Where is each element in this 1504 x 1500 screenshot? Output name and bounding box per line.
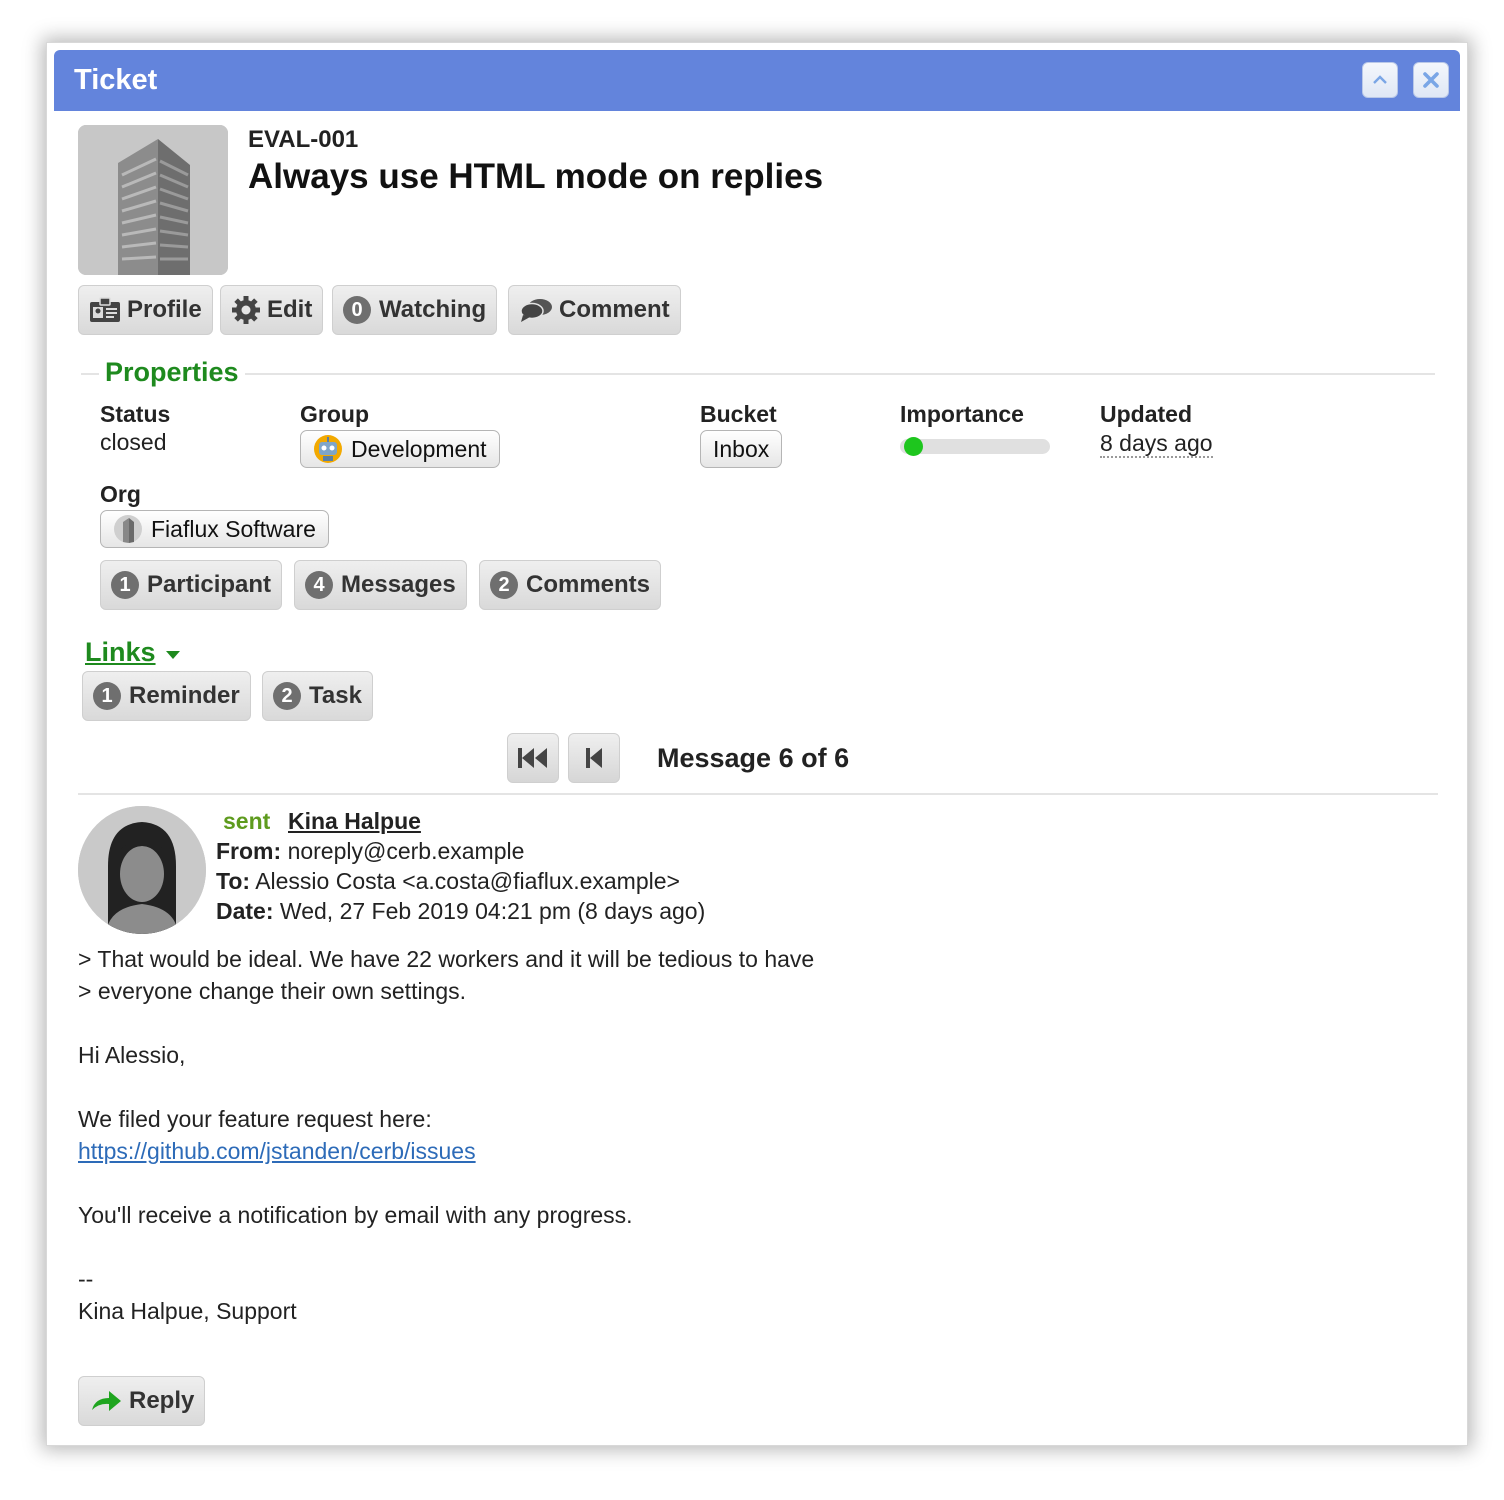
skip-first-icon xyxy=(518,748,547,768)
issues-link[interactable]: https://github.com/jstanden/cerb/issues xyxy=(78,1138,476,1165)
edit-button[interactable]: Edit xyxy=(220,285,324,335)
participants-button[interactable]: 1 Participant xyxy=(100,560,283,610)
bucket-label: Bucket xyxy=(700,401,777,427)
close-button[interactable] xyxy=(1413,62,1449,98)
chevron-up-icon xyxy=(1373,75,1387,84)
reply-button[interactable]: Reply xyxy=(78,1376,206,1426)
speech-bubbles-icon xyxy=(519,297,553,323)
first-message-button[interactable] xyxy=(507,733,559,783)
to-header: To: Alessio Costa <a.costa@fiaflux.examp… xyxy=(216,868,680,895)
message-divider xyxy=(78,793,1438,795)
skip-previous-icon xyxy=(586,748,602,768)
task-link-button[interactable]: 2 Task xyxy=(262,671,373,721)
group-label: Group xyxy=(300,401,369,427)
participants-label: Participant xyxy=(147,571,272,598)
ticket-subject: Always use HTML mode on replies xyxy=(248,157,824,196)
sender-name[interactable]: Kina Halpue xyxy=(288,808,421,835)
collapse-button[interactable] xyxy=(1362,62,1398,98)
quote-line-1: > That would be ideal. We have 22 worker… xyxy=(78,946,815,972)
person-silhouette-icon xyxy=(78,806,206,934)
watching-button[interactable]: 0 Watching xyxy=(332,285,498,335)
org-avatar[interactable] xyxy=(78,125,228,275)
comments-button[interactable]: 2 Comments xyxy=(479,560,662,610)
ticket-mask: EVAL-001 xyxy=(248,126,359,153)
body-line-1: We filed your feature request here: xyxy=(78,1106,432,1132)
window-title: Ticket xyxy=(74,64,158,96)
id-card-icon xyxy=(89,297,121,323)
quote-line-2: > everyone change their own settings. xyxy=(78,978,467,1004)
updated-label: Updated xyxy=(1100,401,1192,427)
close-icon xyxy=(1423,72,1439,88)
ticket-window: Ticket EVAL-001 Always use HTML mode on … xyxy=(46,42,1468,1446)
sent-status: sent xyxy=(223,808,271,834)
date-header: Date: Wed, 27 Feb 2019 04:21 pm (8 days … xyxy=(216,898,705,925)
gear-icon xyxy=(231,295,261,325)
comments-label: Comments xyxy=(526,571,651,598)
from-header: From: noreply@cerb.example xyxy=(216,838,524,865)
to-label: To: xyxy=(216,868,251,894)
comment-label: Comment xyxy=(559,296,670,323)
task-label: Task xyxy=(309,682,362,709)
body-line-2: You'll receive a notification by email w… xyxy=(78,1202,633,1228)
properties-divider xyxy=(81,373,1435,375)
group-chip[interactable]: Development xyxy=(300,430,500,468)
task-count-badge: 2 xyxy=(273,682,301,710)
message-counter: Message 6 of 6 xyxy=(657,743,850,773)
messages-button[interactable]: 4 Messages xyxy=(294,560,467,610)
signature-separator: -- xyxy=(78,1266,94,1292)
to-value: Alessio Costa <a.costa@fiaflux.example> xyxy=(255,868,680,894)
org-value: Fiaflux Software xyxy=(151,515,316,542)
date-label: Date: xyxy=(216,898,274,924)
window-titlebar[interactable]: Ticket xyxy=(54,50,1460,111)
date-value: Wed, 27 Feb 2019 04:21 pm (8 days ago) xyxy=(279,898,706,924)
updated-value: 8 days ago xyxy=(1100,430,1213,458)
watching-count-badge: 0 xyxy=(343,296,371,324)
caret-down-icon[interactable] xyxy=(166,651,180,659)
status-value: closed xyxy=(100,429,167,455)
reminder-label: Reminder xyxy=(129,682,240,709)
previous-message-button[interactable] xyxy=(568,733,620,783)
reminder-link-button[interactable]: 1 Reminder xyxy=(82,671,251,721)
bucket-chip[interactable]: Inbox xyxy=(700,430,783,468)
building-icon xyxy=(113,514,143,544)
messages-label: Messages xyxy=(341,571,456,598)
reminder-count-badge: 1 xyxy=(93,682,121,710)
sender-avatar[interactable] xyxy=(78,806,206,934)
comments-count-badge: 2 xyxy=(490,571,518,599)
links-toggle[interactable]: Links xyxy=(85,637,156,668)
status-label: Status xyxy=(100,401,171,427)
reply-label: Reply xyxy=(129,1387,195,1414)
profile-label: Profile xyxy=(127,296,202,323)
profile-button[interactable]: Profile xyxy=(78,285,213,335)
comment-button[interactable]: Comment xyxy=(508,285,681,335)
importance-indicator xyxy=(904,437,923,456)
from-value: noreply@cerb.example xyxy=(287,838,525,864)
reply-arrow-icon xyxy=(89,1388,123,1414)
messages-count-badge: 4 xyxy=(305,571,333,599)
robot-avatar-icon xyxy=(313,434,343,464)
building-icon xyxy=(78,125,228,275)
edit-label: Edit xyxy=(267,296,313,323)
greeting-line: Hi Alessio, xyxy=(78,1042,186,1068)
org-chip[interactable]: Fiaflux Software xyxy=(100,510,329,548)
importance-label: Importance xyxy=(900,401,1024,427)
bucket-value: Inbox xyxy=(713,435,770,462)
org-label: Org xyxy=(100,481,141,507)
group-value: Development xyxy=(351,435,487,462)
from-label: From: xyxy=(216,838,282,864)
participants-count-badge: 1 xyxy=(111,571,139,599)
signature-line: Kina Halpue, Support xyxy=(78,1298,297,1324)
properties-legend: Properties xyxy=(99,357,245,388)
watching-label: Watching xyxy=(379,296,487,323)
